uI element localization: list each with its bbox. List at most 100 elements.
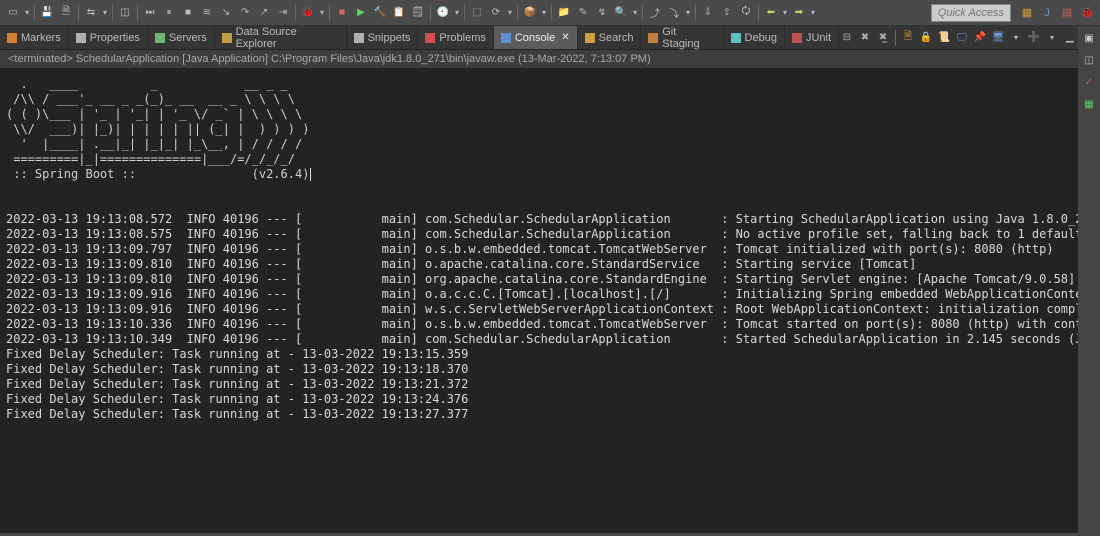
- dropdown-icon[interactable]: ▾: [453, 4, 461, 22]
- box-icon[interactable]: ◫: [116, 4, 134, 22]
- terminate-remove-icon[interactable]: ⊟: [839, 30, 855, 46]
- tab-problems[interactable]: Problems: [418, 26, 493, 49]
- trim-stack: ▣ ◫ ✓ ▦: [1078, 26, 1100, 536]
- console-output[interactable]: . ____ _ __ _ _ /\\ / ___'_ __ _ _(_)_ _…: [0, 69, 1100, 533]
- stop-icon[interactable]: ■: [179, 4, 197, 22]
- pause-icon[interactable]: ⏸: [160, 4, 178, 22]
- prev-icon[interactable]: ⬚: [468, 4, 486, 22]
- remove-launch-icon[interactable]: ✖̲: [875, 30, 891, 46]
- separator: [551, 5, 552, 21]
- tab-label: Data Source Explorer: [236, 26, 339, 50]
- wand-icon[interactable]: ↯: [593, 4, 611, 22]
- save-all-icon[interactable]: 🗎: [57, 4, 75, 22]
- switch-icon[interactable]: ⇆: [82, 4, 100, 22]
- dropdown-icon[interactable]: ▾: [781, 4, 789, 22]
- tab-junit[interactable]: JUnit: [785, 26, 839, 49]
- boot-dash-icon[interactable]: ▦: [1081, 96, 1097, 112]
- dropdown-icon[interactable]: ▾: [684, 4, 692, 22]
- pin-console-icon[interactable]: 📌: [972, 30, 988, 46]
- dropdown-icon[interactable]: ▾: [809, 4, 817, 22]
- new-icon[interactable]: ▭: [4, 4, 22, 22]
- prev-ann-icon[interactable]: ⇧: [718, 4, 736, 22]
- display-selected-icon[interactable]: 🖥: [990, 30, 1006, 46]
- tab-console[interactable]: Console✕: [494, 26, 578, 49]
- tasks-icon[interactable]: 🗒: [409, 4, 427, 22]
- dropdown-icon[interactable]: ▾: [318, 4, 326, 22]
- search-icon[interactable]: 🔍: [612, 4, 630, 22]
- clear-console-icon[interactable]: 🗎: [900, 30, 916, 46]
- tab-debug[interactable]: Debug: [724, 26, 785, 49]
- debug-icon[interactable]: 🐞: [299, 4, 317, 22]
- tab-search[interactable]: Search: [578, 26, 642, 49]
- nav-icon[interactable]: ⤵: [665, 4, 683, 22]
- separator: [430, 5, 431, 21]
- restore-icon[interactable]: ▣: [1081, 30, 1097, 46]
- scroll-lock-icon[interactable]: 🔒: [918, 30, 934, 46]
- dropdown-icon[interactable]: ▾: [1044, 30, 1060, 46]
- tab-label: Problems: [439, 32, 485, 44]
- history-icon[interactable]: 🕘: [434, 4, 452, 22]
- tab-label: Properties: [90, 32, 140, 44]
- tab-data-source-explorer[interactable]: Data Source Explorer: [215, 26, 347, 49]
- show-console-icon[interactable]: 🖵: [954, 30, 970, 46]
- separator: [137, 5, 138, 21]
- fwd-icon[interactable]: ➡: [790, 4, 808, 22]
- refresh-icon[interactable]: 🗘: [737, 4, 755, 22]
- next-ann-icon[interactable]: ⇩: [699, 4, 717, 22]
- save-icon[interactable]: 💾: [38, 4, 56, 22]
- view-tabbar: Markers Properties Servers Data Source Expl…: [0, 26, 1100, 50]
- tab-snippets[interactable]: Snippets: [347, 26, 419, 49]
- view-toolbar: ⊟ ✖ ✖̲ 🗎 🔒 📜 🖵 📌 🖥 ▾ ➕ ▾ ▁ ▢: [839, 30, 1100, 46]
- tab-servers[interactable]: Servers: [148, 26, 215, 49]
- outline-icon[interactable]: ◫: [1081, 52, 1097, 68]
- tab-markers[interactable]: Markers: [0, 26, 69, 49]
- resume-icon[interactable]: ⇥: [274, 4, 292, 22]
- resource-perspective-icon[interactable]: ▤: [1058, 4, 1076, 22]
- edit-icon[interactable]: ✎: [574, 4, 592, 22]
- tab-properties[interactable]: Properties: [69, 26, 148, 49]
- skip-icon[interactable]: ⏭: [141, 4, 159, 22]
- remove-all-icon[interactable]: ✖: [857, 30, 873, 46]
- step-return-icon[interactable]: ↗: [255, 4, 273, 22]
- open-perspective-icon[interactable]: ▦: [1018, 4, 1036, 22]
- build-icon[interactable]: 🔨: [371, 4, 389, 22]
- folder-icon[interactable]: 📁: [555, 4, 573, 22]
- tab-label: Search: [599, 32, 634, 44]
- dropdown-icon[interactable]: ▾: [101, 4, 109, 22]
- step-over-icon[interactable]: ↷: [236, 4, 254, 22]
- step-into-icon[interactable]: ↘: [217, 4, 235, 22]
- close-icon[interactable]: ✕: [561, 32, 569, 43]
- spring-banner: . ____ _ __ _ _ /\\ / ___'_ __ _ _(_)_ _…: [6, 77, 309, 181]
- caret-icon: [310, 168, 311, 181]
- tab-label: Git Staging: [662, 26, 715, 50]
- dropdown-icon[interactable]: ▾: [506, 4, 514, 22]
- run-icon[interactable]: ▶: [352, 4, 370, 22]
- separator: [642, 5, 643, 21]
- tests-icon[interactable]: 📋: [390, 4, 408, 22]
- separator: [34, 5, 35, 21]
- dropdown-icon[interactable]: ▾: [540, 4, 548, 22]
- open-console-icon[interactable]: ➕: [1026, 30, 1042, 46]
- debug-perspective-icon[interactable]: 🐞: [1078, 4, 1096, 22]
- tab-icon: [222, 33, 232, 43]
- java-perspective-icon[interactable]: J: [1038, 4, 1056, 22]
- separator: [464, 5, 465, 21]
- tab-label: Servers: [169, 32, 207, 44]
- minimize-icon[interactable]: ▁: [1062, 30, 1078, 46]
- tab-git-staging[interactable]: Git Staging: [641, 26, 723, 49]
- dropdown-icon[interactable]: ▾: [631, 4, 639, 22]
- quick-access-box[interactable]: Quick Access: [931, 4, 1011, 22]
- separator: [695, 5, 696, 21]
- tasklist-icon[interactable]: ✓: [1081, 74, 1097, 90]
- dropdown-icon[interactable]: ▾: [1008, 30, 1024, 46]
- pkg-icon[interactable]: 📦: [521, 4, 539, 22]
- sync-icon[interactable]: ⟳: [487, 4, 505, 22]
- word-wrap-icon[interactable]: 📜: [936, 30, 952, 46]
- back-icon[interactable]: ⬅: [762, 4, 780, 22]
- separator: [517, 5, 518, 21]
- nav-icon[interactable]: ⤴: [646, 4, 664, 22]
- stop-run-icon[interactable]: ■: [333, 4, 351, 22]
- tab-icon: [648, 33, 658, 43]
- disconnect-icon[interactable]: ≋: [198, 4, 216, 22]
- dropdown-icon[interactable]: ▾: [23, 4, 31, 22]
